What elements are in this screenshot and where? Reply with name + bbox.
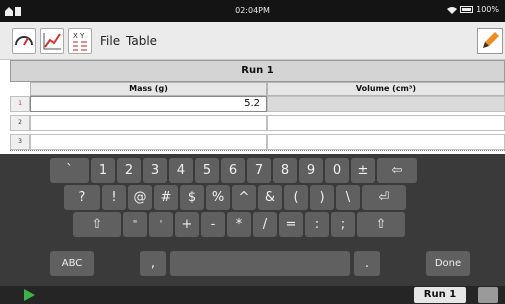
backspace-key[interactable]: ⇦ xyxy=(377,158,417,183)
key-comma[interactable]: , xyxy=(140,251,166,276)
app-root: 02:04PM 100% X Y File Table Run 1 Mass (… xyxy=(0,0,505,304)
key-7[interactable]: 7 xyxy=(247,158,271,183)
key-question[interactable]: ? xyxy=(64,185,100,210)
key-caret[interactable]: ^ xyxy=(232,185,256,210)
key-8[interactable]: 8 xyxy=(273,158,297,183)
edit-button[interactable] xyxy=(477,28,503,54)
play-icon[interactable] xyxy=(24,289,35,301)
row-number: 1 xyxy=(10,96,30,112)
table-icon-label: X Y xyxy=(73,32,85,40)
storage-icon[interactable] xyxy=(478,287,498,303)
cell-volume[interactable] xyxy=(267,115,505,131)
table-icon: X Y xyxy=(73,32,87,51)
meter-view-button[interactable] xyxy=(12,28,36,54)
key-open-paren[interactable]: ( xyxy=(284,185,308,210)
key-plus-minus[interactable]: ± xyxy=(351,158,375,183)
abc-key[interactable]: ABC xyxy=(50,251,94,276)
cell-volume[interactable] xyxy=(267,96,505,112)
key-hash[interactable]: # xyxy=(154,185,178,210)
key-1[interactable]: 1 xyxy=(91,158,115,183)
enter-key[interactable]: ⏎ xyxy=(362,185,406,210)
cell-mass[interactable] xyxy=(30,134,267,150)
column-header-volume[interactable]: Volume (cm³) xyxy=(267,82,505,96)
done-key[interactable]: Done xyxy=(426,251,470,276)
wifi-icon xyxy=(447,6,458,14)
column-header-mass[interactable]: Mass (g) xyxy=(30,82,267,96)
key-plus[interactable]: + xyxy=(175,212,199,237)
gauge-icon xyxy=(15,36,33,46)
run-header: Run 1 xyxy=(10,60,505,82)
graph-icon xyxy=(43,33,61,50)
key-colon[interactable]: : xyxy=(305,212,329,237)
key-double-quote[interactable]: " xyxy=(123,212,147,237)
key-semicolon[interactable]: ; xyxy=(331,212,355,237)
graph-view-button[interactable] xyxy=(40,28,64,54)
key-9[interactable]: 9 xyxy=(299,158,323,183)
key-dollar[interactable]: $ xyxy=(180,185,204,210)
key-single-quote[interactable]: ' xyxy=(149,212,173,237)
shift-key-left[interactable]: ⇧ xyxy=(73,212,121,237)
menu-file[interactable]: File xyxy=(100,34,120,48)
key-5[interactable]: 5 xyxy=(195,158,219,183)
key-asterisk[interactable]: * xyxy=(227,212,251,237)
toolbar: X Y File Table xyxy=(0,22,505,60)
run-selector[interactable]: Run 1 xyxy=(414,287,466,303)
status-bar: 02:04PM 100% xyxy=(0,0,505,22)
key-4[interactable]: 4 xyxy=(169,158,193,183)
key-period[interactable]: . xyxy=(354,251,380,276)
key-2[interactable]: 2 xyxy=(117,158,141,183)
key-backtick[interactable]: ` xyxy=(50,158,89,183)
space-key[interactable] xyxy=(170,251,350,276)
battery-icon xyxy=(460,6,474,13)
row-number: 3 xyxy=(10,134,30,150)
key-percent[interactable]: % xyxy=(206,185,230,210)
battery-level: 100% xyxy=(476,5,499,14)
key-exclamation[interactable]: ! xyxy=(102,185,126,210)
cell-mass[interactable] xyxy=(30,115,267,131)
cell-volume[interactable] xyxy=(267,134,505,150)
data-table: Run 1 Mass (g) Volume (cm³) 1 5.2 2 3 xyxy=(0,60,505,154)
cell-mass[interactable]: 5.2 xyxy=(30,96,267,112)
row-number: 2 xyxy=(10,115,30,131)
key-minus[interactable]: - xyxy=(201,212,225,237)
on-screen-keyboard: ` 1 2 3 4 5 6 7 8 9 0 ± ⇦ ? ! @ # $ % ^ … xyxy=(0,154,505,286)
status-right: 100% xyxy=(447,5,499,14)
menu-table[interactable]: Table xyxy=(126,34,157,48)
table-view-button[interactable]: X Y xyxy=(68,28,92,54)
bottom-bar: Run 1 xyxy=(0,286,505,304)
key-6[interactable]: 6 xyxy=(221,158,245,183)
key-at[interactable]: @ xyxy=(128,185,152,210)
key-ampersand[interactable]: & xyxy=(258,185,282,210)
key-equals[interactable]: = xyxy=(279,212,303,237)
row-separator xyxy=(10,150,505,151)
key-backslash[interactable]: \ xyxy=(336,185,360,210)
key-0[interactable]: 0 xyxy=(325,158,349,183)
key-close-paren[interactable]: ) xyxy=(310,185,334,210)
pencil-icon xyxy=(483,32,499,48)
key-slash[interactable]: / xyxy=(253,212,277,237)
status-time: 02:04PM xyxy=(235,6,270,15)
key-3[interactable]: 3 xyxy=(143,158,167,183)
shift-key-right[interactable]: ⇧ xyxy=(357,212,405,237)
